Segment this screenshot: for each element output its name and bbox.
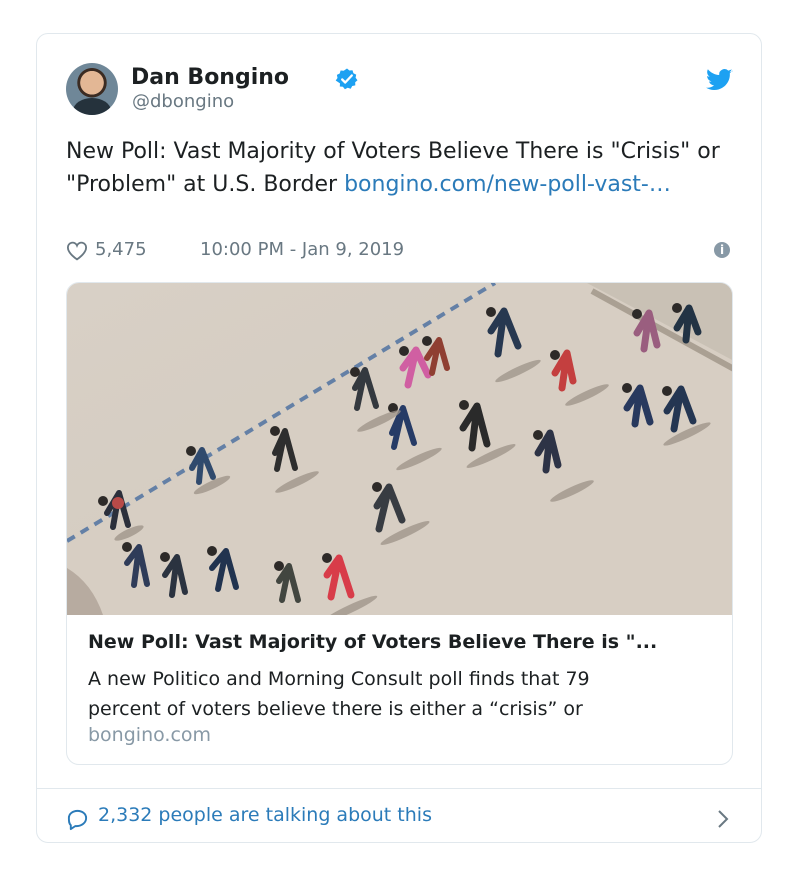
- chevron-right-icon[interactable]: [716, 808, 730, 830]
- link-preview-card[interactable]: New Poll: Vast Majority of Voters Believ…: [66, 282, 733, 765]
- footer-divider: [37, 788, 761, 789]
- author-name[interactable]: Dan Bongino: [131, 65, 289, 90]
- verified-icon: [335, 68, 358, 90]
- tweet-text: New Poll: Vast Majority of Voters Believ…: [66, 135, 732, 201]
- link-card-description: A new Politico and Morning Consult poll …: [88, 668, 590, 720]
- avatar[interactable]: [66, 63, 118, 115]
- link-card-title[interactable]: New Poll: Vast Majority of Voters Believ…: [88, 631, 714, 653]
- link-card-domain: bongino.com: [88, 724, 212, 746]
- twitter-bird-icon[interactable]: [706, 66, 733, 93]
- tweet-meta: 5,475 10:00 PM - Jan 9, 2019 i: [66, 237, 736, 265]
- heart-icon[interactable]: [66, 241, 88, 261]
- tweet-header: Dan Bongino @dbongino: [66, 63, 736, 119]
- timestamp[interactable]: 10:00 PM - Jan 9, 2019: [200, 239, 404, 260]
- author-handle[interactable]: @dbongino: [132, 91, 234, 112]
- tweet-footer[interactable]: 2,332 people are talking about this: [66, 804, 736, 834]
- comment-icon: [67, 809, 88, 831]
- like-count[interactable]: 5,475: [95, 239, 147, 260]
- tweet-link[interactable]: bongino.com/new-poll-vast-…: [344, 172, 671, 197]
- talking-about-count[interactable]: 2,332 people are talking about this: [98, 804, 432, 826]
- tweet-card[interactable]: Dan Bongino @dbongino New Poll: Vast Maj…: [36, 33, 762, 843]
- border-crossing-photo: [67, 283, 732, 615]
- info-icon[interactable]: i: [714, 242, 730, 258]
